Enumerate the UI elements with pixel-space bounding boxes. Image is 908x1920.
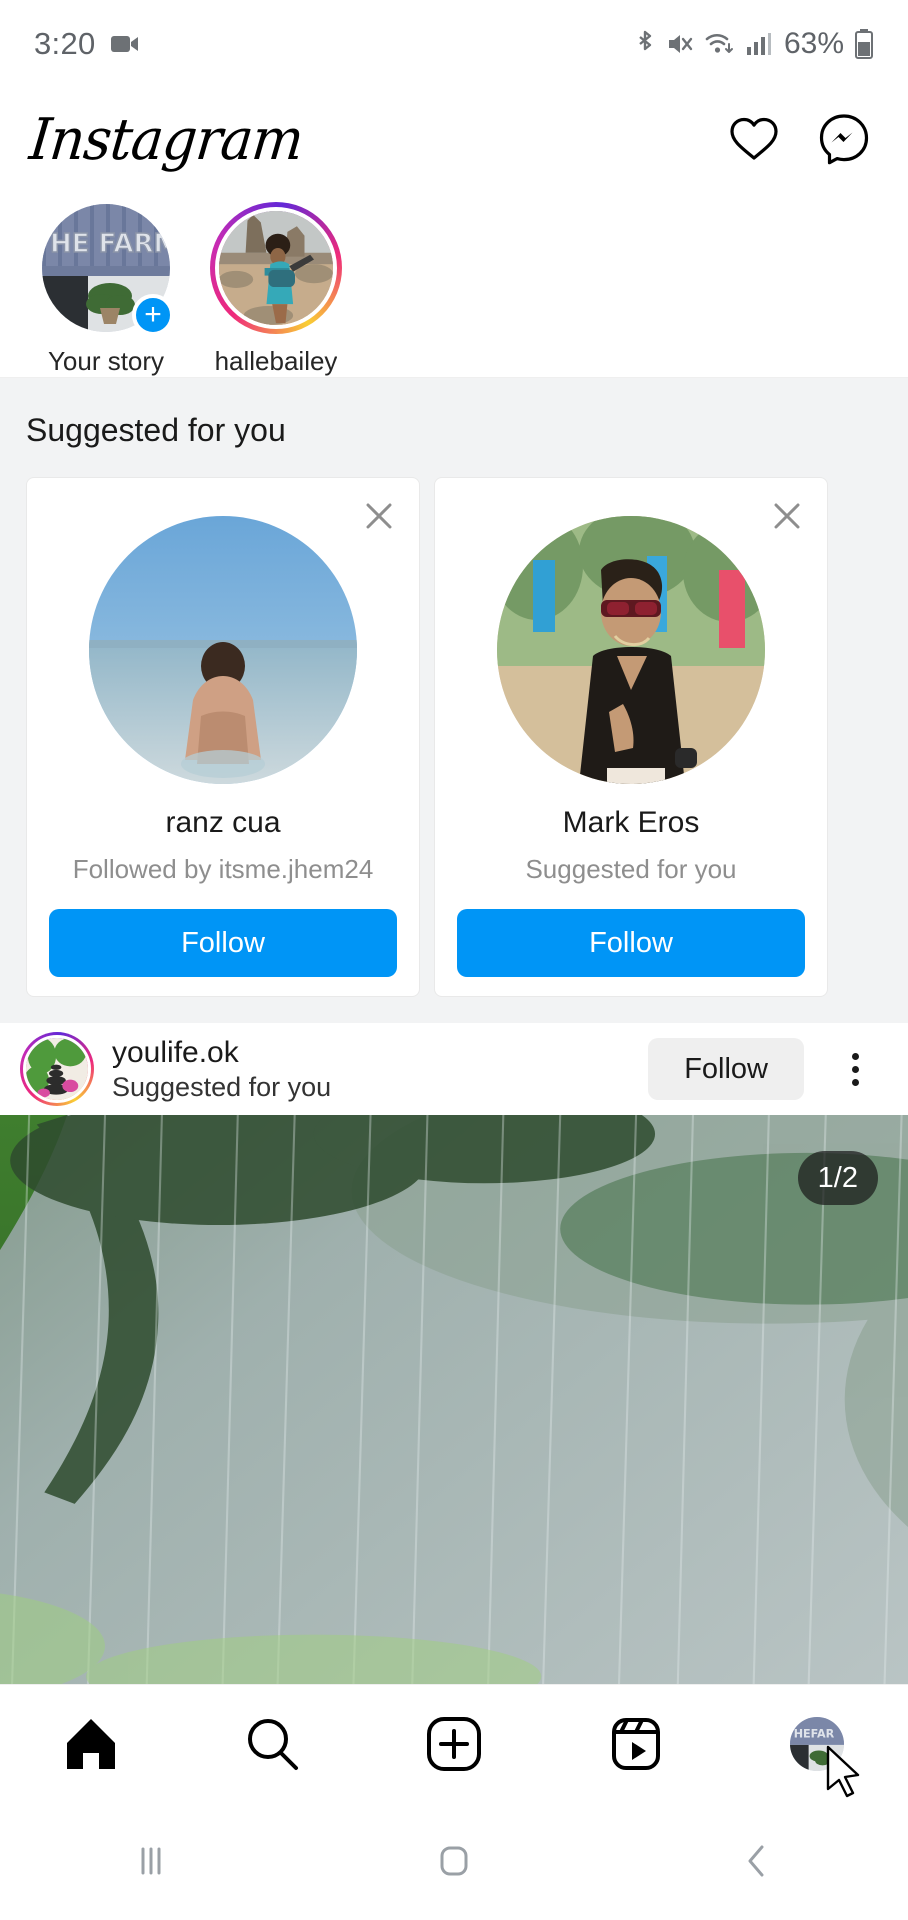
post-header: youlife.ok Suggested for you Follow bbox=[0, 1023, 908, 1115]
suggested-section: Suggested for you ranz cua Followed by i… bbox=[0, 378, 908, 1023]
suggested-section-title: Suggested for you bbox=[26, 412, 286, 448]
bottom-navigation[interactable]: HEFAR bbox=[0, 1684, 908, 1802]
suggested-card-subtitle: Suggested for you bbox=[525, 854, 737, 884]
svg-text:HE FARM: HE FARM bbox=[50, 229, 170, 259]
story-avatar bbox=[215, 207, 337, 329]
story-item-your-story[interactable]: HE FARM + Your story bbox=[32, 202, 180, 377]
carousel-indicator: 1/2 bbox=[797, 1151, 878, 1205]
post-image bbox=[0, 1115, 908, 1684]
follow-button[interactable]: Follow bbox=[457, 909, 805, 977]
instagram-app-screen: 3:20 63% Instagram HE FARM + Your story … bbox=[0, 0, 908, 1920]
system-nav-back[interactable] bbox=[605, 1839, 908, 1883]
post-media[interactable]: 1/2 bbox=[0, 1115, 908, 1684]
bluetooth-icon bbox=[634, 29, 656, 59]
post-options-icon[interactable] bbox=[828, 1052, 882, 1086]
status-bar-clock: 3:20 bbox=[34, 26, 96, 61]
suggested-card-name: ranz cua bbox=[165, 806, 281, 839]
plus-square-icon bbox=[426, 1716, 482, 1772]
reels-icon bbox=[608, 1716, 664, 1772]
avatar[interactable] bbox=[89, 516, 357, 784]
post-follow-button[interactable]: Follow bbox=[648, 1038, 804, 1100]
story-label: hallebailey bbox=[214, 346, 338, 376]
story-ring bbox=[210, 202, 342, 334]
battery-icon bbox=[854, 28, 874, 60]
battery-percent-label: 63% bbox=[783, 27, 844, 60]
back-chevron-icon bbox=[737, 1839, 777, 1883]
dot bbox=[851, 1065, 859, 1073]
post-username[interactable]: youlife.ok bbox=[112, 1036, 331, 1070]
post-avatar-ring[interactable] bbox=[20, 1032, 94, 1106]
status-bar-right: 63% bbox=[634, 27, 874, 61]
suggested-cards-row[interactable]: ranz cua Followed by itsme.jhem24 Follow bbox=[0, 477, 908, 997]
nav-item-create[interactable] bbox=[363, 1716, 545, 1772]
nav-item-reels[interactable] bbox=[545, 1716, 727, 1772]
video-camera-icon bbox=[110, 33, 140, 55]
follow-button[interactable]: Follow bbox=[49, 909, 397, 977]
app-header-actions bbox=[728, 113, 880, 165]
status-bar: 3:20 63% bbox=[0, 0, 908, 88]
system-nav-recents[interactable] bbox=[0, 1841, 303, 1881]
svg-text:HEFAR: HEFAR bbox=[794, 1727, 835, 1740]
nav-item-profile[interactable]: HEFAR bbox=[726, 1714, 908, 1797]
post-meta: youlife.ok Suggested for you bbox=[112, 1036, 331, 1102]
suggested-card-name: Mark Eros bbox=[562, 806, 700, 839]
close-icon[interactable] bbox=[355, 492, 403, 540]
instagram-logo[interactable]: Instagram bbox=[26, 106, 306, 173]
recents-icon bbox=[131, 1841, 171, 1881]
status-bar-left: 3:20 bbox=[34, 26, 140, 62]
suggested-card-subtitle: Followed by itsme.jhem24 bbox=[72, 854, 374, 884]
add-story-button[interactable]: + bbox=[132, 294, 174, 336]
home-square-icon bbox=[432, 1839, 476, 1883]
story-label: Your story bbox=[47, 346, 165, 376]
app-header: Instagram bbox=[0, 88, 908, 190]
feed-post: youlife.ok Suggested for you Follow 1/2 bbox=[0, 1023, 908, 1684]
post-avatar bbox=[23, 1035, 91, 1103]
stories-tray[interactable]: HE FARM + Your story hallebailey bbox=[0, 190, 908, 378]
avatar[interactable] bbox=[497, 516, 765, 784]
search-icon bbox=[244, 1716, 300, 1772]
heart-icon[interactable] bbox=[728, 114, 780, 164]
story-ring: HE FARM + bbox=[40, 202, 174, 336]
system-nav-home[interactable] bbox=[303, 1839, 606, 1883]
dot bbox=[851, 1078, 859, 1086]
profile-avatar-icon: HEFAR bbox=[788, 1714, 847, 1773]
android-system-navigation[interactable] bbox=[0, 1802, 908, 1920]
cellular-signal-icon bbox=[746, 31, 772, 57]
messenger-icon[interactable] bbox=[818, 113, 870, 165]
close-icon[interactable] bbox=[763, 492, 811, 540]
wifi-icon bbox=[704, 30, 736, 58]
suggested-card[interactable]: ranz cua Followed by itsme.jhem24 Follow bbox=[26, 477, 420, 997]
dot bbox=[851, 1052, 859, 1060]
post-subtitle: Suggested for you bbox=[112, 1071, 332, 1102]
mute-icon bbox=[666, 30, 694, 58]
nav-item-search[interactable] bbox=[182, 1716, 364, 1772]
suggested-card[interactable]: Mark Eros Suggested for you Follow bbox=[434, 477, 828, 997]
home-icon bbox=[63, 1717, 119, 1771]
nav-item-home[interactable] bbox=[0, 1717, 182, 1771]
story-item-hallebailey[interactable]: hallebailey bbox=[202, 202, 350, 377]
